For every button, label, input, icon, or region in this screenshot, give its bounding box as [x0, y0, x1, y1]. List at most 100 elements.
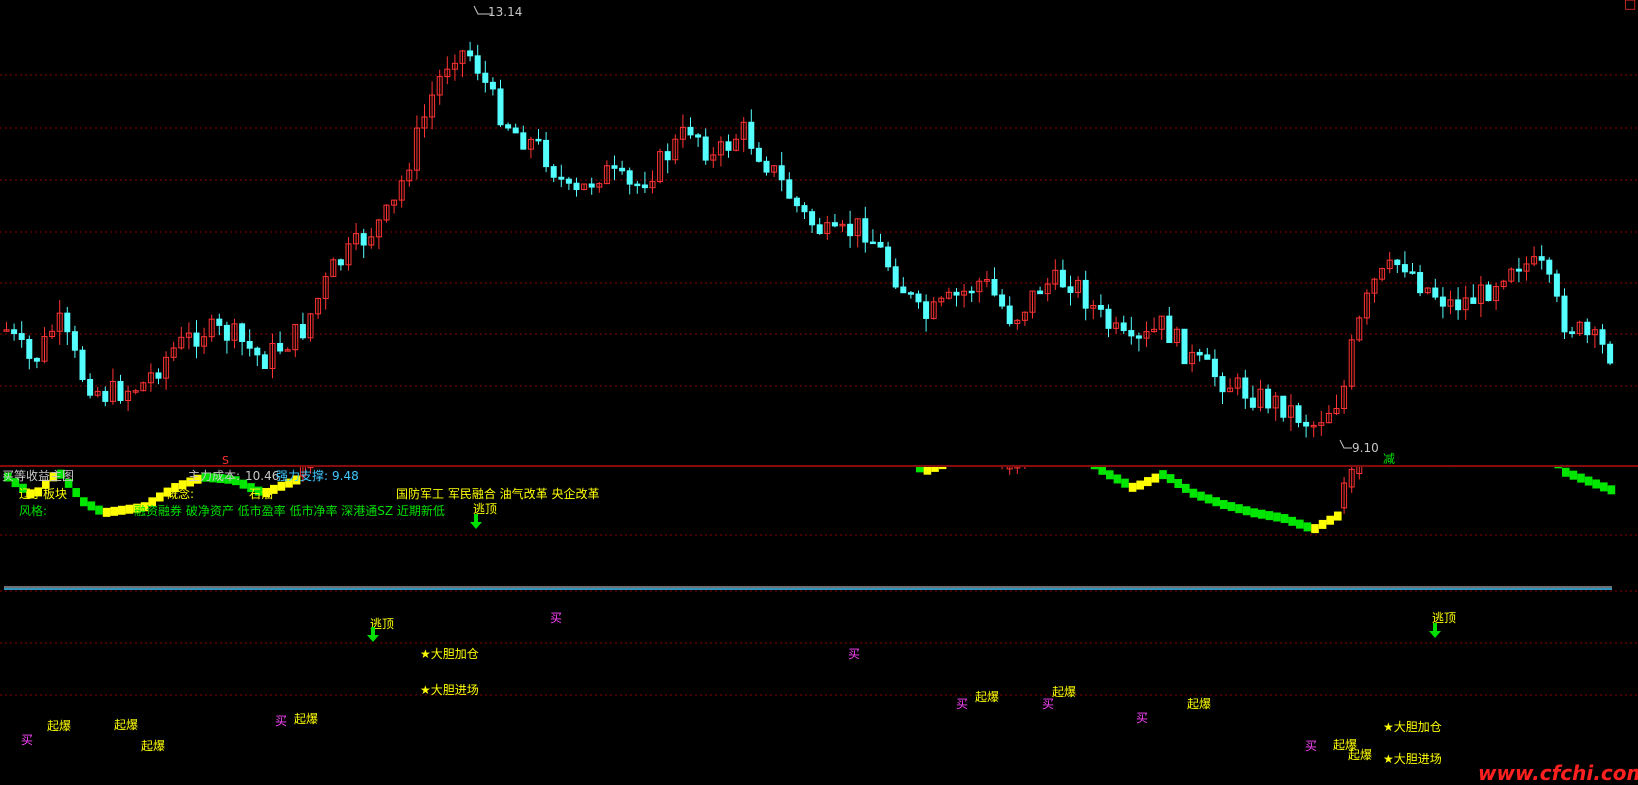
concept-first: 石油	[249, 487, 273, 501]
candle-body	[1585, 322, 1590, 334]
indicator-bar	[1136, 481, 1144, 490]
candle-body	[103, 391, 108, 401]
candle-body	[1212, 359, 1217, 376]
style-label: 风格:	[19, 504, 47, 518]
indicator-bar	[1311, 524, 1319, 533]
indicator-bar	[1106, 470, 1114, 479]
indicator-bar	[1570, 471, 1578, 480]
indicator-bar	[110, 507, 118, 516]
indicator-bar	[931, 467, 939, 472]
buy-signal: 买	[21, 733, 33, 747]
candle-body	[703, 137, 708, 160]
jian-marker: 减	[1383, 452, 1395, 466]
candle-body	[749, 122, 754, 148]
candle-body	[1608, 344, 1613, 363]
stock-chart-window: □ 13.14 9.10 S 减 买等收益主图 主力成本: 10.46 强力支撑…	[0, 0, 1638, 784]
burst-signal: 起爆	[1052, 685, 1076, 699]
candle-body	[566, 179, 571, 183]
candle-body	[802, 206, 807, 212]
candle-body	[1129, 331, 1134, 336]
indicator-bar	[95, 506, 103, 515]
candle-body	[779, 166, 784, 180]
indicator-bar	[1220, 500, 1228, 509]
candle-body	[1197, 352, 1202, 354]
indicator-bar	[1585, 477, 1593, 486]
candle-body	[1402, 265, 1407, 272]
candle-body	[506, 125, 511, 128]
candle-body	[620, 168, 625, 171]
candle-body	[217, 319, 222, 325]
buy-signal: 买	[1305, 739, 1317, 753]
indicator-bar	[1288, 517, 1296, 526]
indicator-bar	[1235, 504, 1243, 513]
candle-body	[88, 379, 93, 395]
high-price-label: 13.14	[488, 5, 522, 19]
indicator-bar	[1562, 468, 1570, 477]
candle-body	[1083, 280, 1088, 308]
buy-signal: 买	[956, 697, 968, 711]
indicator-bar	[1326, 516, 1334, 525]
price-candlestick-chart[interactable]	[0, 0, 1638, 467]
candle-body	[12, 330, 17, 334]
indicator-bar	[916, 467, 924, 472]
candle-body	[1554, 274, 1559, 296]
candle-body	[848, 224, 853, 235]
candle-body	[1304, 422, 1309, 426]
candle-body	[521, 133, 526, 149]
indicator-bar	[1121, 479, 1129, 488]
candle-body	[1562, 296, 1567, 332]
candle-body	[361, 234, 366, 245]
watermark: www.cfchi.com	[1478, 762, 1638, 784]
candle-body	[992, 280, 997, 295]
candle-body	[338, 260, 343, 265]
buy-signal: 买	[275, 714, 287, 728]
candle-body	[756, 148, 761, 161]
burst-signal: 起爆	[294, 712, 318, 726]
strong-support-label: 强力支撑:	[276, 469, 328, 483]
candle-body	[1182, 329, 1187, 363]
candle-body	[886, 247, 891, 267]
indicator-bar	[1114, 474, 1122, 483]
candle-body	[255, 348, 260, 355]
candle-body	[65, 313, 70, 332]
candle-body	[513, 128, 518, 133]
candle-body	[832, 223, 837, 226]
burst-signal: 起爆	[975, 690, 999, 704]
candle-body	[1440, 297, 1445, 306]
candle-body	[1539, 257, 1544, 261]
board-label: 辽宁板块	[19, 487, 67, 501]
indicator-bar	[80, 497, 88, 506]
candle-body	[72, 332, 77, 350]
buy-signal: 买	[848, 647, 860, 661]
candle-body	[1068, 287, 1073, 293]
buy-signal: 买	[550, 611, 562, 625]
indicator-bar	[1159, 470, 1167, 479]
indicator-bar	[1304, 522, 1312, 531]
indicator-bar	[1091, 467, 1099, 469]
indicator-bar	[1174, 479, 1182, 488]
candle-body	[924, 302, 929, 319]
bold-enter-signal: ★大胆进场	[420, 683, 479, 697]
escape-arrow-icon	[367, 627, 379, 643]
candle-body	[1570, 332, 1575, 334]
candle-body	[612, 166, 617, 169]
indicator-bar	[1212, 497, 1220, 506]
candle-body	[627, 171, 632, 184]
candle-body	[1205, 355, 1210, 359]
candle-body	[1106, 309, 1111, 328]
indicator-bar	[1144, 477, 1152, 486]
candle-body	[224, 325, 229, 340]
indicator-bar	[1592, 479, 1600, 488]
candle-body	[1243, 378, 1248, 398]
close-icon[interactable]: □	[1624, 0, 1636, 12]
indicator-bar	[126, 505, 134, 514]
candle-body	[559, 177, 564, 179]
indicator-bar	[1190, 489, 1198, 498]
indicator-lines	[4, 587, 1612, 589]
indicator-bar	[103, 508, 111, 517]
candle-body	[1038, 291, 1043, 294]
candle-body	[262, 355, 267, 369]
candle-body	[726, 142, 731, 151]
candle-body	[544, 140, 549, 166]
escape-arrow-icon	[470, 514, 482, 530]
